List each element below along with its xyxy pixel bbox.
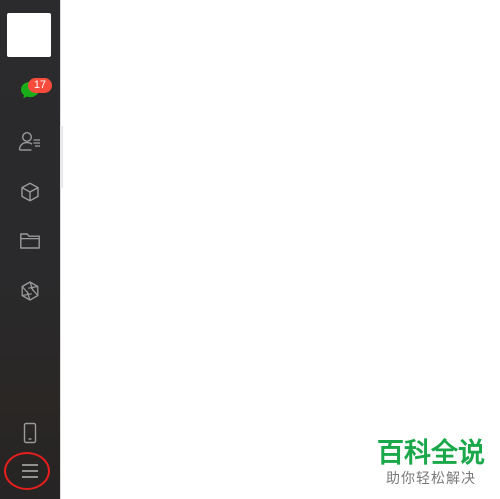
mobile-phone-icon — [23, 422, 37, 444]
sidebar-item-menu[interactable] — [10, 453, 50, 489]
cube-icon — [21, 182, 39, 202]
sidebar-item-phone[interactable] — [10, 415, 50, 451]
aperture-icon — [21, 281, 39, 301]
unread-badge: 17 — [28, 78, 52, 93]
avatar[interactable] — [7, 13, 51, 57]
sidebar: 17 — [0, 0, 60, 499]
folder-icon — [20, 233, 40, 249]
watermark: 百科全说 助你轻松解决 — [374, 438, 488, 488]
sidebar-scrollbar[interactable] — [60, 126, 63, 188]
watermark-subtitle: 助你轻松解决 — [386, 471, 476, 487]
sidebar-item-contacts[interactable] — [10, 123, 50, 159]
contacts-icon — [18, 131, 40, 151]
sidebar-item-files[interactable] — [10, 223, 50, 259]
sidebar-item-moments[interactable] — [10, 273, 50, 309]
sidebar-divider — [60, 0, 61, 499]
watermark-title: 百科全说 — [377, 438, 485, 469]
hamburger-menu-icon — [22, 464, 38, 478]
sidebar-item-favorites[interactable] — [10, 174, 50, 210]
